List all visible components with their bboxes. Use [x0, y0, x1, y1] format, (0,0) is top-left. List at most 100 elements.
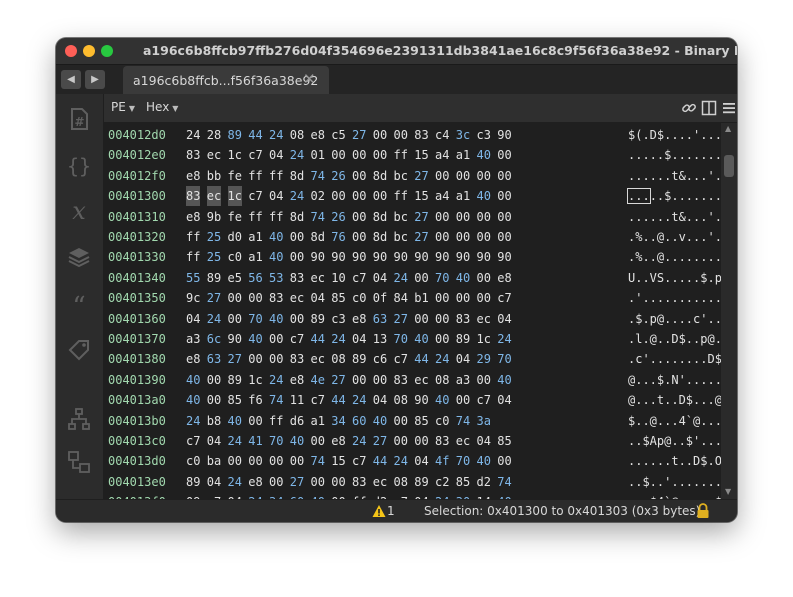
hex-byte[interactable]: 74	[456, 411, 470, 431]
hex-byte[interactable]: 8d	[373, 166, 387, 186]
hex-byte[interactable]: ff	[186, 227, 200, 247]
hex-byte[interactable]: 74	[269, 390, 283, 410]
hex-byte[interactable]: a1	[311, 411, 325, 431]
hex-byte[interactable]: 00	[248, 288, 262, 308]
close-window-button[interactable]	[65, 45, 77, 57]
hex-byte[interactable]: 26	[331, 207, 345, 227]
hex-byte[interactable]: 9b	[207, 207, 221, 227]
hex-row[interactable]: 00401390 40 00 89 1c 24 e8 4e 27 00 00 83 ec 08 a3 00 40…	[104, 370, 721, 390]
hex-byte[interactable]: 00	[352, 186, 366, 206]
hex-byte[interactable]: 27	[414, 166, 428, 186]
hex-byte[interactable]: 90	[228, 329, 242, 349]
hex-byte[interactable]: 40	[456, 268, 470, 288]
hex-byte[interactable]: 83	[394, 370, 408, 390]
hex-byte[interactable]: 83	[269, 288, 283, 308]
hex-byte[interactable]: 40	[497, 492, 511, 499]
hex-byte[interactable]: ec	[311, 268, 325, 288]
hex-byte[interactable]: c5	[331, 125, 345, 145]
hex-byte[interactable]: b1	[414, 288, 428, 308]
ascii-text[interactable]: .%..@...........	[628, 247, 721, 267]
hex-byte[interactable]: 3a	[477, 411, 491, 431]
hex-byte[interactable]: 83	[435, 431, 449, 451]
hex-byte[interactable]: bc	[394, 227, 408, 247]
hex-byte[interactable]: 90	[435, 247, 449, 267]
hex-row[interactable]: 00401360 04 24 00 70 40 00 89 c3 e8 63 27 00 00 83 ec 04…	[104, 309, 721, 329]
hex-byte[interactable]: c7	[186, 431, 200, 451]
hex-byte[interactable]: 04	[373, 390, 387, 410]
hex-byte[interactable]: c6	[373, 349, 387, 369]
hex-byte[interactable]: 15	[414, 186, 428, 206]
hex-byte[interactable]: 04	[269, 145, 283, 165]
hex-byte[interactable]: 24	[290, 186, 304, 206]
hex-byte[interactable]: 00	[477, 227, 491, 247]
scrollbar-thumb[interactable]	[724, 155, 734, 177]
hex-byte[interactable]: 00	[435, 207, 449, 227]
ascii-text[interactable]: .$.p@....c'.....	[628, 309, 721, 329]
hex-byte[interactable]: 00	[352, 227, 366, 247]
hex-byte[interactable]: 8d	[373, 207, 387, 227]
hex-row[interactable]: 004013f0 09 c7 04 24 34 60 40 00 ff d2 c7 04 24 30 14 40…	[104, 492, 721, 499]
hex-byte[interactable]: 8d	[373, 227, 387, 247]
hex-byte[interactable]: e5	[228, 268, 242, 288]
hex-byte[interactable]: 40	[477, 145, 491, 165]
hashtag-icon[interactable]: #	[66, 106, 92, 132]
hex-byte[interactable]: 04	[477, 431, 491, 451]
warning-icon[interactable]	[372, 504, 386, 518]
hex-byte[interactable]: 00	[435, 288, 449, 308]
hex-byte[interactable]: 74	[311, 166, 325, 186]
hex-byte[interactable]: 14	[477, 492, 491, 499]
hex-byte[interactable]: c7	[207, 492, 221, 499]
hex-byte[interactable]: 55	[186, 268, 200, 288]
hex-byte[interactable]: 90	[414, 247, 428, 267]
hex-byte[interactable]: d0	[228, 227, 242, 247]
hex-byte[interactable]: c7	[477, 390, 491, 410]
hex-byte[interactable]: 28	[207, 125, 221, 145]
ascii-text[interactable]: ..$..'.........t	[628, 472, 721, 492]
hex-byte[interactable]: c7	[394, 492, 408, 499]
hex-byte[interactable]: 00	[394, 431, 408, 451]
minimize-window-button[interactable]	[83, 45, 95, 57]
hex-byte[interactable]: 00	[373, 186, 387, 206]
ascii-text[interactable]: $(.D$....'....<..	[628, 125, 721, 145]
hex-byte[interactable]: 00	[435, 227, 449, 247]
hex-byte[interactable]: 24	[290, 145, 304, 165]
hex-byte[interactable]: 34	[269, 492, 283, 499]
hex-byte[interactable]: 24	[186, 411, 200, 431]
hex-byte[interactable]: 04	[456, 349, 470, 369]
hex-byte[interactable]: 00	[290, 451, 304, 471]
ascii-text[interactable]: .%..@..v...'....	[628, 227, 721, 247]
hex-byte[interactable]: 00	[497, 227, 511, 247]
hex-byte[interactable]: a1	[248, 247, 262, 267]
hex-byte[interactable]: a4	[435, 186, 449, 206]
hex-byte[interactable]: 00	[435, 329, 449, 349]
hex-byte[interactable]: d6	[290, 411, 304, 431]
hex-byte[interactable]: 89	[456, 329, 470, 349]
hex-byte[interactable]: ff	[269, 166, 283, 186]
hex-byte[interactable]: 08	[331, 349, 345, 369]
hex-byte[interactable]: e8	[290, 370, 304, 390]
hex-byte[interactable]: 27	[414, 227, 428, 247]
hex-byte[interactable]: e8	[186, 166, 200, 186]
hex-byte[interactable]: 04	[373, 268, 387, 288]
hex-byte[interactable]: 00	[228, 288, 242, 308]
hex-byte[interactable]: 83	[186, 186, 201, 207]
hex-byte[interactable]: a4	[435, 145, 449, 165]
hex-byte[interactable]: 27	[207, 288, 221, 308]
hex-row[interactable]: 00401300 83 ec 1c c7 04 24 02 00 00 00 ff 15 a4 a1 40 00…	[104, 186, 721, 207]
hex-byte[interactable]: 40	[414, 329, 428, 349]
hex-byte[interactable]: 1c	[248, 370, 262, 390]
hex-byte[interactable]: 90	[352, 247, 366, 267]
hex-byte[interactable]: 4f	[435, 451, 449, 471]
hex-byte[interactable]: 70	[269, 431, 283, 451]
ascii-selection[interactable]: ...	[627, 188, 651, 205]
hex-view[interactable]: 004012d0 24 28 89 44 24 08 e8 c5 27 00 00 83 c4 3c c3 90…	[104, 123, 721, 499]
hex-byte[interactable]: 84	[394, 288, 408, 308]
ascii-text[interactable]: ......t&...'....	[628, 207, 721, 227]
ascii-text[interactable]: @...$.N'.......@	[628, 370, 721, 390]
hex-byte[interactable]: ff	[394, 145, 408, 165]
hex-byte[interactable]: 24	[269, 370, 283, 390]
ascii-text[interactable]: .....$........@.	[628, 145, 721, 165]
hex-byte[interactable]: 00	[435, 166, 449, 186]
hex-byte[interactable]: f6	[248, 390, 262, 410]
hex-byte[interactable]: 25	[207, 227, 221, 247]
